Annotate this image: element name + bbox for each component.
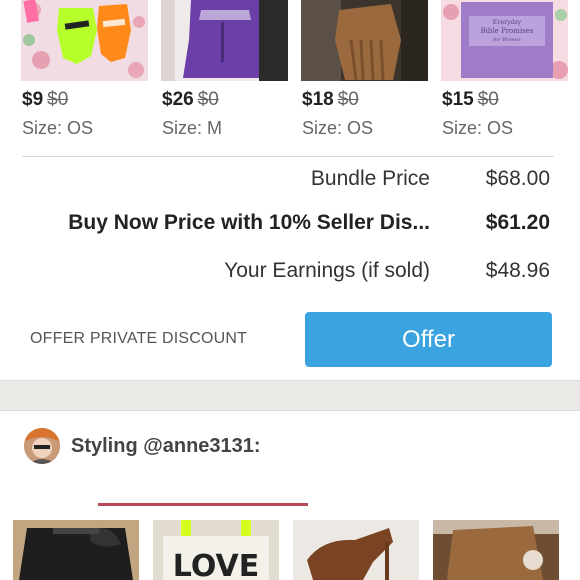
item-image-book[interactable]: Everyday Bible Promises for Women (441, 0, 568, 81)
item-price-4: $15 $0 (442, 89, 499, 111)
style-image-tote[interactable]: LOVE (153, 520, 279, 580)
item-image-bag[interactable] (301, 0, 428, 81)
book-line-2: Bible Promises (481, 27, 534, 35)
buy-now-value: $61.20 (485, 211, 550, 234)
item-price-2: $26 $0 (162, 89, 219, 111)
item-size-2: Size: M (162, 118, 223, 138)
tote-text: LOVE (173, 549, 259, 580)
divider (22, 156, 554, 157)
item-image-hoodie[interactable] (161, 0, 288, 81)
earnings-value: $48.96 (485, 259, 550, 282)
original-price: $0 (337, 89, 359, 110)
item-size-4: Size: OS (442, 118, 514, 138)
bundle-thumbnails: Everyday Bible Promises for Women (0, 0, 580, 82)
original-price: $0 (477, 89, 499, 110)
price: $9 (22, 89, 44, 110)
book-line-1: Everyday (493, 19, 522, 26)
style-image-top[interactable] (13, 520, 139, 580)
item-size-3: Size: OS (302, 118, 374, 138)
item-image-socks[interactable] (21, 0, 148, 81)
item-price-3: $18 $0 (302, 89, 359, 111)
offer-private-discount-link[interactable]: OFFER PRIVATE DISCOUNT (30, 330, 247, 348)
price: $15 (442, 89, 474, 110)
section-separator (0, 380, 580, 411)
price: $18 (302, 89, 334, 110)
style-image-bag[interactable] (433, 520, 559, 580)
offer-button[interactable]: Offer (305, 312, 552, 367)
price: $26 (162, 89, 194, 110)
item-price-1: $9 $0 (22, 89, 68, 111)
earnings-label: Your Earnings (if sold) (224, 259, 430, 282)
mini-avatar (26, 490, 54, 496)
buy-now-label: Buy Now Price with 10% Seller Dis... (68, 211, 430, 234)
avatar[interactable] (24, 428, 60, 464)
book-line-3: for Women (492, 37, 521, 43)
item-size-1: Size: OS (22, 118, 94, 138)
bundle-price-label: Bundle Price (310, 167, 430, 190)
bundle-price-value: $68.00 (485, 167, 550, 190)
original-price: $0 (197, 89, 219, 110)
active-tab-indicator (98, 503, 308, 506)
style-image-heels[interactable] (293, 520, 419, 580)
original-price: $0 (47, 89, 69, 110)
styling-title: Styling @anne3131: (71, 435, 261, 457)
